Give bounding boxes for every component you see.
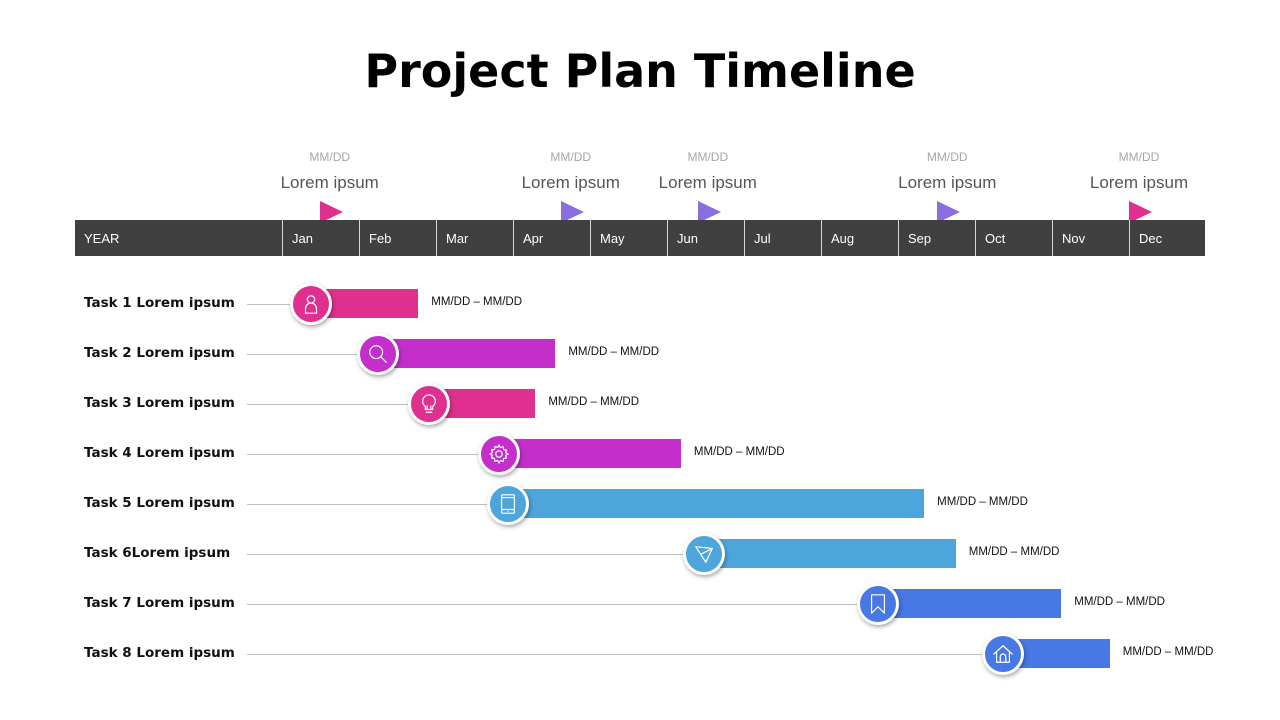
task-bar[interactable]: [703, 539, 956, 568]
task-label: Task 5 Lorem ipsum: [84, 495, 235, 511]
month-cell-mar: Mar: [436, 220, 513, 256]
bookmark-icon: [856, 583, 899, 625]
task-bar[interactable]: [378, 339, 556, 368]
lightbulb-icon: [408, 383, 451, 425]
task-connector-line: [247, 404, 430, 405]
milestone-label: Lorem ipsum: [658, 173, 757, 192]
month-cell-apr: Apr: [513, 220, 590, 256]
task-date-range: MM/DD – MM/DD: [1074, 596, 1165, 608]
task-label: Task 4 Lorem ipsum: [84, 445, 235, 461]
month-cell-aug: Aug: [821, 220, 898, 256]
milestone-label: Lorem ipsum: [898, 173, 997, 192]
gear-icon: [478, 433, 521, 475]
task-bar[interactable]: [877, 589, 1062, 618]
task-label: Task 3 Lorem ipsum: [84, 395, 235, 411]
month-cell-jan: Jan: [282, 220, 359, 256]
task-connector-line: [247, 554, 704, 555]
user-icon: [290, 283, 333, 325]
month-cell-feb: Feb: [359, 220, 436, 256]
milestone-label: Lorem ipsum: [1089, 173, 1189, 192]
task-bar[interactable]: [508, 489, 925, 518]
month-header-bar: YEAR Jan Feb Mar Apr May Jun Jul Aug Sep Oct Nov De…: [75, 220, 1205, 256]
month-cell-sep: Sep: [898, 220, 975, 256]
send-icon: [682, 533, 725, 575]
month-cell-jun: Jun: [667, 220, 744, 256]
month-cell-may: May: [590, 220, 667, 256]
task-date-range: MM/DD – MM/DD: [937, 496, 1028, 508]
task-bar[interactable]: [499, 439, 681, 468]
task-date-range: MM/DD – MM/DD: [548, 396, 640, 408]
page-title: Project Plan Timeline: [364, 44, 916, 98]
month-cell-nov: Nov: [1052, 220, 1129, 256]
search-icon: [357, 333, 400, 375]
task-date-range: MM/DD – MM/DD: [431, 296, 522, 308]
year-header-cell: YEAR: [84, 231, 120, 246]
task-date-range: MM/DD – MM/DD: [968, 546, 1060, 558]
milestone-date: MM/DD: [1118, 150, 1160, 164]
milestone-date: MM/DD: [550, 150, 592, 164]
milestone-label: Lorem ipsum: [521, 173, 620, 192]
home-icon: [981, 633, 1024, 675]
milestone-label: Lorem ipsum: [280, 173, 379, 192]
milestone-date: MM/DD: [687, 150, 729, 164]
task-connector-line: [247, 654, 1003, 655]
task-date-range: MM/DD – MM/DD: [568, 346, 660, 358]
task-connector-line: [247, 454, 500, 455]
tablet-icon: [487, 483, 530, 525]
month-cell-jul: Jul: [744, 220, 821, 256]
task-date-range: MM/DD – MM/DD: [693, 446, 785, 458]
month-cell-oct: Oct: [975, 220, 1052, 256]
milestone-date: MM/DD: [309, 150, 351, 164]
task-label: Task 6Lorem ipsum: [84, 545, 231, 561]
task-label: Task 2 Lorem ipsum: [84, 345, 235, 361]
month-cell-dec: Dec: [1129, 220, 1205, 256]
task-connector-line: [247, 504, 509, 505]
task-label: Task 1 Lorem ipsum: [84, 295, 235, 311]
task-label: Task 7 Lorem ipsum: [84, 595, 235, 611]
milestone-date: MM/DD: [926, 150, 968, 164]
task-connector-line: [247, 604, 878, 605]
task-date-range: MM/DD – MM/DD: [1122, 646, 1214, 658]
task-label: Task 8 Lorem ipsum: [84, 645, 235, 661]
